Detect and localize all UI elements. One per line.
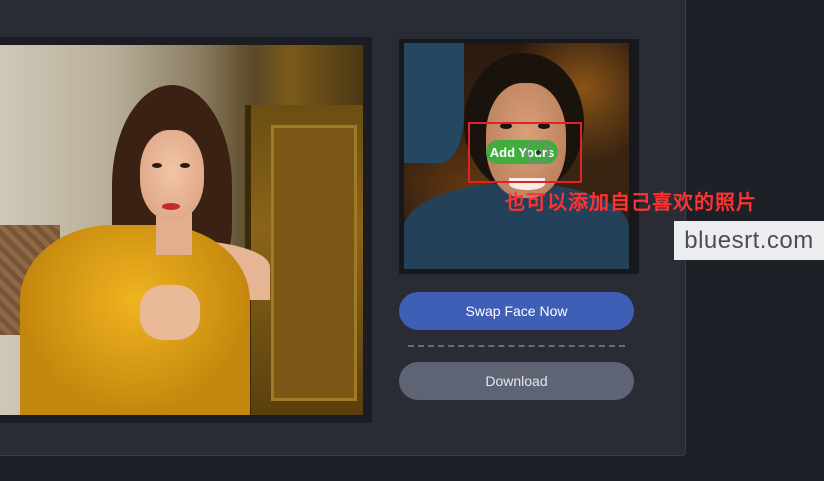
- swap-face-button[interactable]: Swap Face Now: [399, 292, 634, 330]
- target-photo: [0, 45, 363, 415]
- yellow-dress: [20, 225, 250, 415]
- eye-right: [180, 163, 190, 168]
- divider: [408, 345, 625, 347]
- annotation-text: 也可以添加自己喜欢的照片: [505, 190, 757, 214]
- highlight-box: [468, 122, 582, 183]
- thumb-arm: [404, 43, 464, 163]
- eye-left: [152, 163, 162, 168]
- target-photo-frame: [0, 37, 372, 423]
- hand: [140, 285, 200, 340]
- watermark: bluesrt.com: [674, 221, 824, 260]
- download-button[interactable]: Download: [399, 362, 634, 400]
- lips: [162, 203, 180, 210]
